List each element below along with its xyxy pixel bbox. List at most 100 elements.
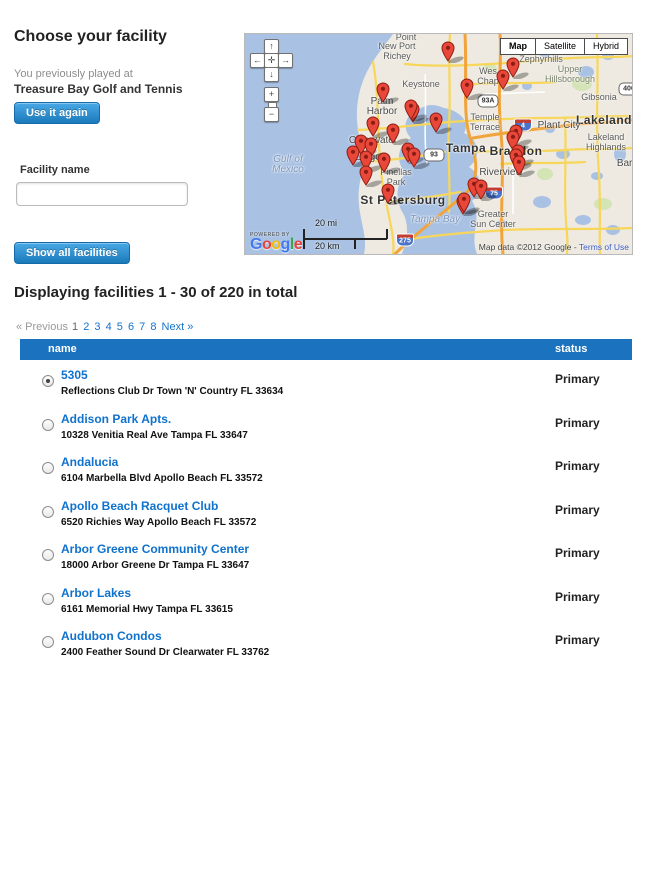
facility-link[interactable]: Addison Park Apts. <box>61 412 171 426</box>
status-value: Primary <box>555 416 600 430</box>
status-value: Primary <box>555 503 600 517</box>
pan-up-button[interactable]: ↑ <box>264 39 279 54</box>
map-attribution: Map data ©2012 Google - Terms of Use <box>479 242 629 252</box>
facility-row: 5305 Reflections Club Dr Town 'N' Country… <box>20 360 632 404</box>
facility-radio-button[interactable] <box>42 636 54 648</box>
facility-name-cell: Arbor Greene Community Center 18000 Arbor… <box>61 540 249 571</box>
facility-link[interactable]: Apollo Beach Racquet Club <box>61 499 218 513</box>
previously-played-label: You previously played at <box>14 68 236 80</box>
facility-link[interactable]: Arbor Greene Community Center <box>61 542 249 556</box>
facility-name-label: Facility name <box>20 164 236 176</box>
facility-name-cell: Addison Park Apts. 10328 Venitia Real Ave… <box>61 410 248 441</box>
status-value: Primary <box>555 372 600 386</box>
facility-radio-button[interactable] <box>42 593 54 605</box>
facility-row: Apollo Beach Racquet Club 6520 Richies Wa… <box>20 491 632 535</box>
facility-address: 6520 Richies Way Apollo Beach FL 33572 <box>61 517 256 528</box>
map-marker-pin-icon[interactable] <box>457 192 483 214</box>
logo-letter: e <box>294 236 302 253</box>
facility-name-input[interactable] <box>16 182 188 206</box>
terms-of-use-link[interactable]: Terms of Use <box>579 242 629 252</box>
facility-name-cell: Andalucia 6104 Marbella Blvd Apollo Beach… <box>61 453 263 484</box>
facility-address: 2400 Feather Sound Dr Clearwater FL 3376… <box>61 647 269 658</box>
map-marker-pin-icon[interactable] <box>404 99 430 121</box>
map-marker-pin-icon[interactable] <box>496 69 522 91</box>
pan-left-button[interactable]: ← <box>250 53 265 68</box>
page-link-4[interactable]: 4 <box>106 321 112 333</box>
status-value: Primary <box>555 459 600 473</box>
google-logo[interactable]: POWERED BY Google <box>250 230 302 250</box>
name-column-header: name <box>48 343 77 355</box>
facility-link[interactable]: Andalucia <box>61 455 118 469</box>
map-type-button-hybrid[interactable]: Hybrid <box>584 38 628 55</box>
facility-address: 6161 Memorial Hwy Tampa FL 33615 <box>61 604 233 615</box>
facility-address: Reflections Club Dr Town 'N' Country FL … <box>61 386 283 397</box>
facility-link[interactable]: 5305 <box>61 368 88 382</box>
use-it-again-button[interactable]: Use it again <box>14 102 100 124</box>
previous-page-link: « Previous <box>16 321 71 333</box>
map-marker-pin-icon[interactable] <box>441 41 467 63</box>
map-scale-bar: 20 mi 20 km <box>303 218 398 252</box>
facility-address: 6104 Marbella Blvd Apollo Beach FL 33572 <box>61 473 263 484</box>
facility-radio-button[interactable] <box>42 462 54 474</box>
page-link-8[interactable]: 8 <box>150 321 156 333</box>
page-link-6[interactable]: 6 <box>128 321 134 333</box>
page-link-7[interactable]: 7 <box>139 321 145 333</box>
logo-letter: o <box>262 236 271 253</box>
map-marker-pin-icon[interactable] <box>460 78 486 100</box>
pan-down-button[interactable]: ↓ <box>264 67 279 82</box>
google-wordmark: Google <box>250 240 302 250</box>
pan-right-button[interactable]: → <box>278 53 293 68</box>
scale-km-label: 20 km <box>315 241 340 251</box>
results-section: Displaying facilities 1 - 30 of 220 in t… <box>14 284 634 665</box>
zoom-in-button[interactable]: + <box>264 87 279 102</box>
zoom-out-button[interactable]: − <box>264 107 279 122</box>
map-marker-pin-icon[interactable] <box>376 82 402 104</box>
facility-row: Audubon Condos 2400 Feather Sound Dr Clea… <box>20 621 632 665</box>
next-page-link[interactable]: Next » <box>158 321 193 333</box>
facility-table: name status 5305Reflections Club Dr Town… <box>20 339 632 665</box>
previous-facility-name: Treasure Bay Golf and Tennis <box>14 82 236 96</box>
map-marker-pin-icon[interactable] <box>407 147 433 169</box>
facility-link[interactable]: Audubon Condos <box>61 629 162 643</box>
facility-address: 10328 Venitia Real Ave Tampa FL 33647 <box>61 430 248 441</box>
facility-radio-button[interactable] <box>42 419 54 431</box>
page-link-2[interactable]: 2 <box>83 321 89 333</box>
state-route-icon: 400 <box>619 83 634 96</box>
map-marker-pin-icon[interactable] <box>429 112 455 134</box>
page-title: Choose your facility <box>14 28 236 46</box>
logo-letter: g <box>281 236 290 253</box>
map-type-button-satellite[interactable]: Satellite <box>535 38 585 55</box>
results-heading: Displaying facilities 1 - 30 of 220 in t… <box>14 284 634 301</box>
facility-link[interactable]: Arbor Lakes <box>61 586 131 600</box>
page-link-3[interactable]: 3 <box>94 321 100 333</box>
logo-letter: o <box>271 236 280 253</box>
facility-radio-button[interactable] <box>42 549 54 561</box>
facility-name-cell: 5305 Reflections Club Dr Town 'N' Country… <box>61 366 283 397</box>
map-type-switcher: MapSatelliteHybrid <box>501 38 628 55</box>
pan-center-button[interactable]: ✛ <box>264 53 279 68</box>
map-type-button-map[interactable]: Map <box>500 38 536 55</box>
current-page-number: 1 <box>72 321 78 333</box>
google-map[interactable]: PointNew Port RicheyKeystoneZephyrhillsU… <box>244 33 633 255</box>
status-value: Primary <box>555 590 600 604</box>
interstate-shield-icon: 275 <box>396 234 414 247</box>
facility-row: Addison Park Apts. 10328 Venitia Real Ave… <box>20 404 632 448</box>
status-value: Primary <box>555 546 600 560</box>
status-value: Primary <box>555 633 600 647</box>
show-all-facilities-button[interactable]: Show all facilities <box>14 242 130 264</box>
facility-row: Andalucia 6104 Marbella Blvd Apollo Beach… <box>20 447 632 491</box>
facility-address: 18000 Arbor Greene Dr Tampa FL 33647 <box>61 560 249 571</box>
pagination: « Previous 1 2 3 4 5 6 7 8 Next » <box>16 321 634 333</box>
facility-row: Arbor Greene Community Center 18000 Arbor… <box>20 534 632 578</box>
facility-name-cell: Apollo Beach Racquet Club 6520 Richies Wa… <box>61 497 256 528</box>
map-marker-pin-icon[interactable] <box>512 155 538 177</box>
map-marker-pin-icon[interactable] <box>381 183 407 205</box>
facility-radio-button[interactable] <box>42 375 54 387</box>
facility-name-cell: Audubon Condos 2400 Feather Sound Dr Clea… <box>61 627 269 658</box>
facility-radio-button[interactable] <box>42 506 54 518</box>
table-body: 5305 Reflections Club Dr Town 'N' Country… <box>20 360 632 665</box>
facility-row: Arbor Lakes 6161 Memorial Hwy Tampa FL 33… <box>20 578 632 622</box>
page-link-5[interactable]: 5 <box>117 321 123 333</box>
logo-letter: G <box>250 236 262 253</box>
facility-chooser-panel: Choose your facility You previously play… <box>14 28 236 264</box>
